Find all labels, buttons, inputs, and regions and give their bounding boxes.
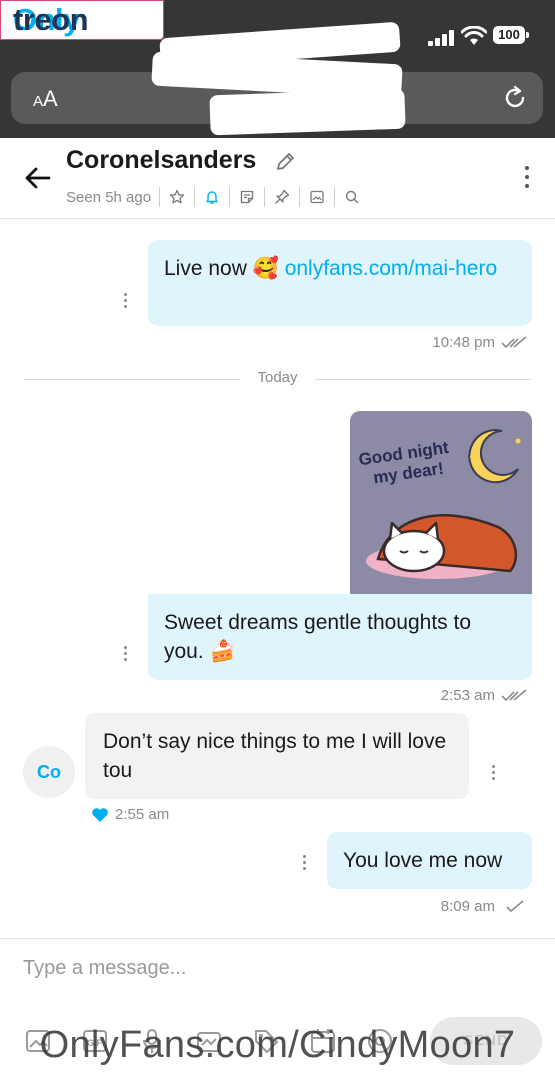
star-icon[interactable] bbox=[159, 187, 194, 207]
message-time: 8:09 am bbox=[440, 898, 495, 915]
back-arrow-icon[interactable] bbox=[22, 162, 54, 194]
signal-icon bbox=[428, 30, 456, 46]
message-bubble-outgoing[interactable]: Live now 🥰 onlyfans.com/mai-hero bbox=[148, 240, 532, 326]
message-bubble-outgoing[interactable]: Sweet dreams gentle thoughts to you. 🍰 bbox=[148, 594, 532, 680]
sticky-note-icon[interactable] bbox=[229, 187, 264, 207]
search-icon[interactable] bbox=[334, 187, 369, 207]
message-time: 2:53 am bbox=[440, 687, 495, 704]
message-meta: 2:55 am bbox=[91, 806, 169, 823]
bell-icon[interactable] bbox=[194, 187, 229, 207]
message-meta: 2:53 am bbox=[441, 687, 527, 704]
message-bubble-incoming[interactable]: Don’t say nice things to me I will love … bbox=[85, 713, 469, 799]
message-text: You love me now bbox=[343, 849, 503, 872]
onlytreon-logo: Only treon bbox=[0, 0, 164, 40]
last-seen: Seen 5h ago bbox=[66, 188, 152, 206]
avatar[interactable]: Co bbox=[23, 746, 75, 798]
image-icon[interactable] bbox=[299, 187, 334, 207]
message-meta: 8:09 am bbox=[441, 898, 527, 915]
message-options-icon[interactable] bbox=[300, 855, 308, 875]
message-input[interactable]: Type a message... bbox=[23, 957, 186, 980]
pin-icon[interactable] bbox=[264, 187, 299, 207]
heart-icon[interactable] bbox=[91, 807, 109, 823]
double-check-icon bbox=[501, 335, 527, 348]
double-check-icon bbox=[501, 688, 527, 701]
watermark-footer: OnlyFans.com/CindyMoon7 bbox=[39, 1024, 516, 1066]
message-bubble-outgoing[interactable]: You love me now bbox=[327, 832, 532, 889]
text-size-button[interactable]: AA bbox=[33, 86, 58, 112]
check-icon bbox=[506, 899, 524, 912]
chat-header: Coronelsanders Seen 5h ago bbox=[0, 138, 555, 219]
wifi-icon bbox=[460, 25, 488, 46]
message-options-icon[interactable] bbox=[121, 293, 129, 313]
battery-icon: 100 bbox=[493, 26, 529, 44]
message-text: Live now 🥰 bbox=[164, 257, 285, 280]
message-link[interactable]: onlyfans.com/mai-hero bbox=[285, 257, 497, 280]
message-time: 2:55 am bbox=[115, 806, 170, 823]
day-divider-label: Today bbox=[257, 369, 298, 386]
more-options-icon[interactable] bbox=[523, 166, 531, 192]
chat-subheader: Seen 5h ago bbox=[66, 186, 369, 208]
message-meta: 10:48 pm bbox=[432, 334, 527, 351]
message-options-icon[interactable] bbox=[489, 765, 497, 785]
redaction-mark bbox=[209, 88, 406, 136]
day-divider: Today bbox=[24, 369, 531, 386]
message-text: Don’t say nice things to me I will love … bbox=[103, 730, 447, 782]
message-options-icon[interactable] bbox=[121, 646, 129, 666]
reload-icon[interactable] bbox=[501, 84, 529, 112]
message-text: Sweet dreams gentle thoughts to you. 🍰 bbox=[164, 611, 472, 663]
contact-name[interactable]: Coronelsanders bbox=[66, 146, 256, 175]
sticker-image[interactable]: Good night my dear! bbox=[350, 411, 532, 594]
pencil-icon[interactable] bbox=[274, 151, 296, 173]
message-time: 10:48 pm bbox=[432, 334, 495, 351]
